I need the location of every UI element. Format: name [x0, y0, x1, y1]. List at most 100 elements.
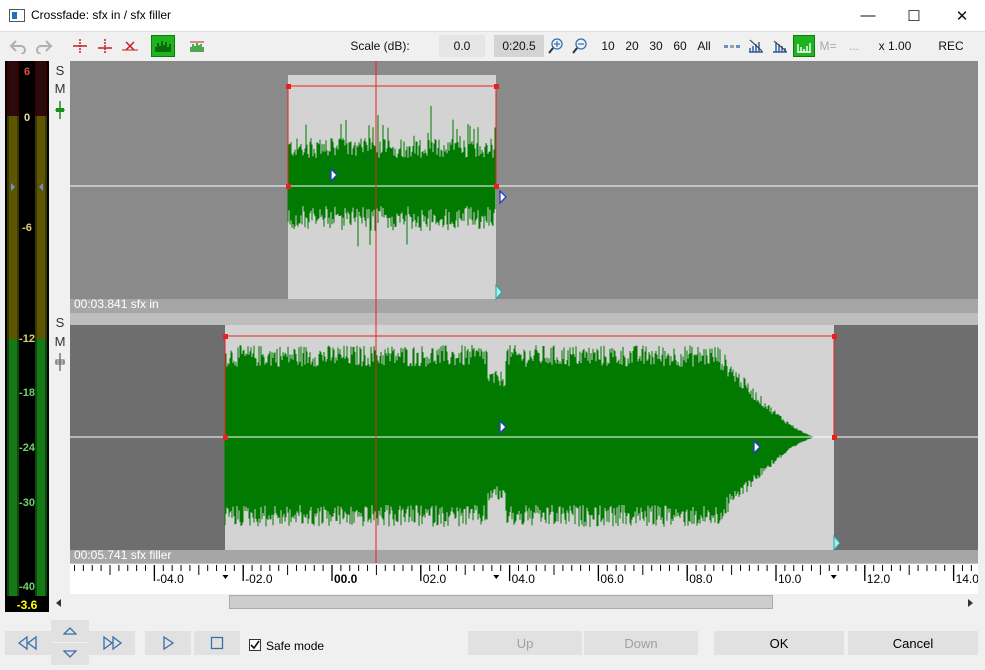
rewind-button[interactable]: [5, 631, 51, 655]
track-separator: [70, 313, 978, 325]
tracks-area[interactable]: 00:03.841 sfx in 00:05.741 sfx filler: [70, 61, 978, 563]
ruler-label: 04.0: [512, 572, 536, 586]
zoom-preset-10[interactable]: 10: [598, 35, 618, 57]
ruler-label: 00.0: [334, 572, 358, 586]
record-button[interactable]: REC: [925, 35, 977, 57]
level-meter: 6 0 -6 -12 -18 -24 -30 -40: [5, 61, 49, 612]
meter-label-minus40: -40: [19, 581, 35, 593]
minimize-button[interactable]: —: [845, 0, 891, 31]
ruler-label: 12.0: [867, 572, 891, 586]
safe-mode-label: Safe mode: [266, 639, 325, 653]
move-marker-icon: [98, 39, 112, 53]
envelope-view-icon: [190, 41, 204, 52]
ruler-label: 14.0: [956, 572, 978, 586]
envelope-view-button[interactable]: [185, 35, 209, 57]
track1-mute-button[interactable]: M: [53, 82, 67, 96]
redo-button[interactable]: [33, 35, 55, 57]
tracks-canvas[interactable]: [70, 61, 978, 563]
waveform-view-icon: [155, 41, 171, 52]
stop-icon: [210, 636, 224, 650]
scale-value-field[interactable]: 0.0: [439, 35, 485, 57]
meter-label-minus18: -18: [19, 387, 35, 399]
rewind-icon: [17, 636, 37, 650]
track1-solo-button[interactable]: S: [53, 64, 67, 78]
meter-label-minus6: -6: [22, 222, 32, 234]
waveform-view-button[interactable]: [151, 35, 175, 57]
snap-icon: [724, 45, 740, 48]
undo-button[interactable]: [7, 35, 29, 57]
crossfade-view-button[interactable]: [793, 35, 815, 57]
ruler-label: 08.0: [689, 572, 713, 586]
maximize-button[interactable]: ☐: [891, 0, 937, 31]
move-up-button[interactable]: [51, 620, 89, 642]
track1-label-bar: [70, 299, 978, 313]
title-bar: Crossfade: sfx in / sfx filler — ☐ ✕: [0, 0, 985, 32]
add-marker-icon: [73, 39, 87, 53]
zoom-in-button[interactable]: [546, 35, 566, 57]
zoom-out-icon: [572, 38, 587, 54]
ok-button[interactable]: OK: [714, 631, 844, 655]
envelope-handle: [494, 84, 499, 89]
down-button[interactable]: Down: [584, 631, 698, 655]
crossfade-icon: [797, 43, 811, 53]
ruler-clip-marker-icon: [830, 575, 837, 579]
horizontal-scrollbar[interactable]: [50, 594, 978, 611]
scroll-right-button[interactable]: [963, 596, 976, 609]
zoom-out-button[interactable]: [570, 35, 590, 57]
undo-icon: [9, 40, 26, 54]
snap-button[interactable]: [720, 35, 744, 57]
fast-forward-icon: [103, 636, 123, 650]
meter-label-minus12: -12: [19, 333, 35, 345]
close-button[interactable]: ✕: [939, 0, 985, 31]
track1-volume-handle[interactable]: [53, 100, 67, 120]
cancel-button[interactable]: Cancel: [848, 631, 978, 655]
fade-in-icon: [749, 39, 763, 53]
scale-label: Scale (dB):: [350, 39, 410, 53]
envelope-handle: [286, 84, 291, 89]
redo-icon: [36, 40, 53, 54]
move-marker-button[interactable]: [93, 35, 117, 57]
speed-button[interactable]: x 1.00: [870, 35, 920, 57]
delete-marker-icon: [122, 41, 138, 51]
play-icon: [163, 636, 175, 650]
ruler-label: 06.0: [600, 572, 624, 586]
meter-label-6: 6: [23, 66, 31, 78]
time-ruler[interactable]: -04.0 -02.0 00.0 02.0 04.0 06.0 08.0 10.0 12.0 14…: [70, 563, 978, 594]
fast-forward-button[interactable]: [89, 631, 135, 655]
m-equals-button[interactable]: M=: [817, 35, 839, 57]
ruler-label: -04.0: [156, 572, 184, 586]
zoom-value-field[interactable]: 0:20.5: [494, 35, 544, 57]
track2-waveform: [224, 345, 816, 527]
add-marker-button[interactable]: [68, 35, 92, 57]
ruler-ticks: -04.0 -02.0 00.0 02.0 04.0 06.0 08.0 10.0 12.0 14…: [70, 563, 978, 586]
ruler-label: -02.0: [245, 572, 273, 586]
up-button[interactable]: Up: [468, 631, 582, 655]
track2-volume-handle[interactable]: [53, 352, 67, 372]
safe-mode-checkbox[interactable]: [249, 639, 261, 651]
track2-label: 00:05.741 sfx filler: [74, 548, 172, 562]
track2-mute-button[interactable]: M: [53, 335, 67, 349]
fade-out-button[interactable]: [769, 35, 791, 57]
track2-solo-button[interactable]: S: [53, 316, 67, 330]
ruler-label: 02.0: [423, 572, 447, 586]
zoom-preset-20[interactable]: 20: [621, 35, 643, 57]
zoom-preset-all[interactable]: All: [692, 35, 716, 57]
meter-value: -3.6: [5, 598, 49, 612]
envelope-handle: [223, 435, 228, 440]
track1-label: 00:03.841 sfx in: [74, 297, 159, 311]
stop-button[interactable]: [194, 631, 240, 655]
move-down-button[interactable]: [51, 643, 89, 665]
arrow-left-icon: [55, 598, 61, 607]
meter-label-minus24: -24: [19, 442, 35, 454]
fade-in-button[interactable]: [745, 35, 767, 57]
zoom-preset-30[interactable]: 30: [645, 35, 667, 57]
scroll-thumb[interactable]: [229, 595, 773, 609]
arrow-right-icon: [967, 598, 973, 607]
scroll-left-button[interactable]: [52, 596, 65, 609]
zoom-preset-60[interactable]: 60: [669, 35, 691, 57]
window-title: Crossfade: sfx in / sfx filler: [31, 8, 172, 22]
triangle-up-icon: [63, 627, 77, 635]
more-options-button[interactable]: ...: [843, 35, 865, 57]
delete-marker-button[interactable]: [118, 35, 142, 57]
play-button[interactable]: [145, 631, 191, 655]
